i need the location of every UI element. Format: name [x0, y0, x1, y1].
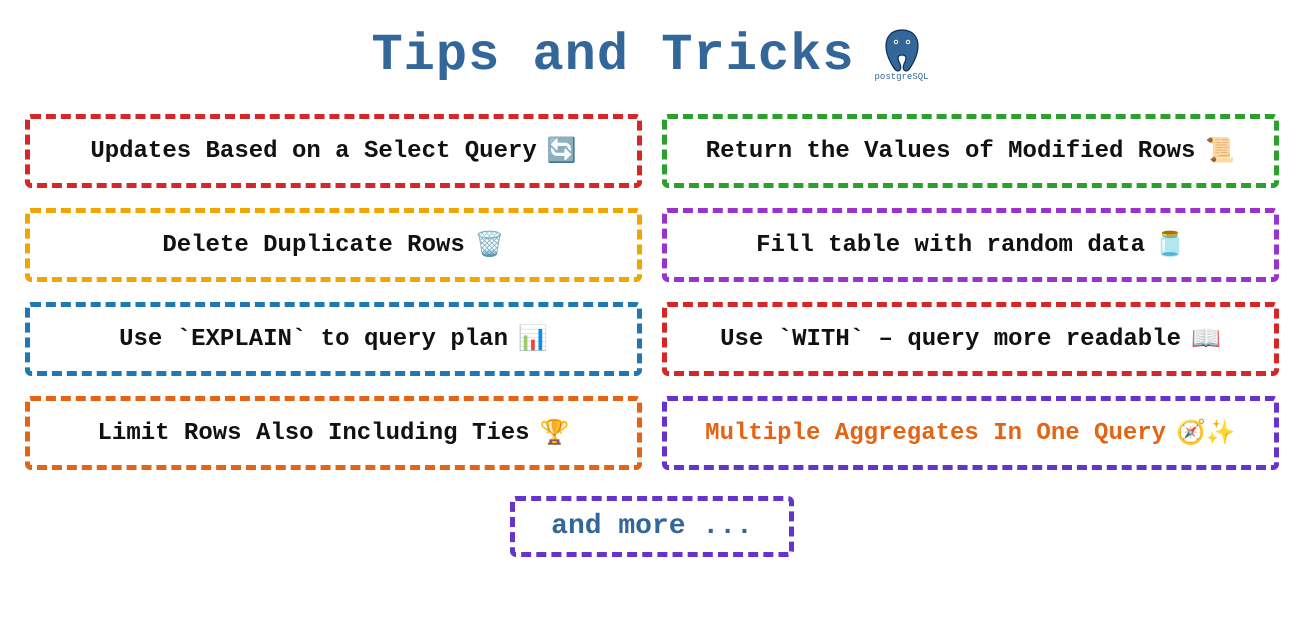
tip-box: Use `WITH` – query more readable 📖 — [662, 302, 1279, 376]
logo-caption: postgreSQL — [875, 72, 929, 82]
tip-label: Updates Based on a Select Query — [90, 138, 536, 165]
tip-box: Updates Based on a Select Query 🔄 — [25, 114, 642, 188]
tip-box: Return the Values of Modified Rows 📜 — [662, 114, 1279, 188]
tip-label: Use `WITH` – query more readable — [720, 326, 1181, 353]
refresh-icon: 🔄 — [547, 136, 577, 166]
trophy-icon: 🏆 — [540, 418, 570, 448]
tip-box: Delete Duplicate Rows 🗑️ — [25, 208, 642, 282]
bar-chart-icon: 📊 — [518, 324, 548, 354]
tip-label: Fill table with random data — [756, 232, 1145, 259]
jar-icon: 🫙 — [1155, 230, 1185, 260]
tip-box: Multiple Aggregates In One Query 🧭✨ — [662, 396, 1279, 470]
elephant-icon — [880, 28, 924, 74]
and-more-label: and more ... — [551, 511, 753, 542]
tip-box: Use `EXPLAIN` to query plan 📊 — [25, 302, 642, 376]
scroll-icon: 📜 — [1205, 136, 1235, 166]
tip-box: Limit Rows Also Including Ties 🏆 — [25, 396, 642, 470]
tip-label: Multiple Aggregates In One Query — [705, 420, 1166, 447]
tip-box: Fill table with random data 🫙 — [662, 208, 1279, 282]
and-more-box: and more ... — [510, 496, 794, 557]
postgresql-logo: postgreSQL — [871, 24, 933, 86]
book-icon: 📖 — [1191, 324, 1221, 354]
compass-sparkle-icon: 🧭✨ — [1176, 418, 1236, 448]
tip-label: Use `EXPLAIN` to query plan — [119, 326, 508, 353]
tips-grid: Updates Based on a Select Query 🔄 Return t… — [17, 114, 1287, 470]
tip-label: Delete Duplicate Rows — [162, 232, 464, 259]
page-title: Tips and Tricks — [371, 26, 854, 85]
trash-icon: 🗑️ — [475, 230, 505, 260]
tip-label: Return the Values of Modified Rows — [706, 138, 1196, 165]
tip-label: Limit Rows Also Including Ties — [98, 420, 530, 447]
header: Tips and Tricks postgreSQL — [371, 24, 932, 86]
